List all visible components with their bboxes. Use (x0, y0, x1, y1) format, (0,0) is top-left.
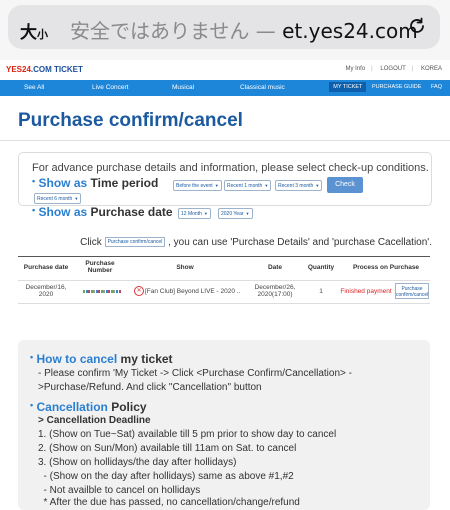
address-bar[interactable]: 大小 安全ではありません — et.yes24.com (8, 5, 440, 49)
table-header-border (18, 280, 430, 281)
time-select-6-month[interactable]: Recent 6 month ▼ (34, 193, 82, 204)
how-to-line-1: - Please confirm 'My Ticket -> Click <Pu… (38, 368, 352, 379)
browser-toolbar: 大小 安全ではありません — et.yes24.com (0, 0, 450, 60)
purchase-date-row-label: • Show as Purchase date (32, 205, 173, 219)
cell-quantity: 1 (319, 288, 323, 295)
table-bottom-border (18, 303, 430, 304)
page-title: Purchase confirm/cancel (18, 110, 243, 131)
cancellation-policy-heading: • Cancellation Policy (30, 400, 147, 414)
nav-right: MY TICKET PURCHASE GUIDE FAQ (329, 82, 446, 94)
th-purchase-number: Purchase Number (85, 260, 115, 274)
purchase-confirm-inline-button: Purchase confirm/cancel (104, 237, 166, 248)
cell-status: Finished payment (340, 288, 392, 295)
bullet-icon: • (30, 352, 34, 362)
year-select[interactable]: 2020 Year ▼ (218, 208, 253, 219)
table-top-border (18, 256, 430, 257)
cancellation-deadline-heading: > Cancellation Deadline (38, 415, 151, 426)
nav-purchase-guide[interactable]: PURCHASE GUIDE (368, 82, 426, 92)
th-process: Process on Purchase (352, 264, 420, 271)
th-date: Date (267, 264, 283, 271)
purchase-confirm-cancel-button[interactable]: Purchase confirm/cancel (395, 283, 429, 299)
text-size-button[interactable]: 大小 (20, 18, 48, 43)
reload-icon[interactable] (406, 15, 428, 37)
th-purchase-date: Purchase date (23, 264, 69, 271)
how-to-cancel-heading: • How to cancel my ticket (30, 352, 173, 366)
insecure-warning: 安全ではありません — (70, 19, 283, 43)
main-nav: See All Live Concert Musical Classical m… (0, 80, 450, 96)
policy-line-4: - (Show on the day after hollidays) same… (38, 471, 294, 482)
site-logo[interactable]: YES24.COM TICKET (6, 65, 83, 74)
site-header: YES24.COM TICKET My Info | LOGOUT | KOREA (0, 62, 450, 80)
nav-live-concert[interactable]: Live Concert (92, 84, 129, 91)
policy-line-3: 3. (Show on hollidays/the day after holl… (38, 457, 237, 468)
top-links: My Info | LOGOUT | KOREA (345, 66, 442, 72)
nav-see-all[interactable]: See All (24, 84, 44, 91)
filter-intro: For advance purchase details and informa… (32, 162, 429, 174)
divider (0, 140, 450, 141)
bullet-icon: • (32, 205, 36, 215)
bullet-icon: • (32, 176, 36, 186)
logout-link[interactable]: LOGOUT (380, 66, 405, 72)
click-instruction: Click Purchase confirm/cancel , you can … (80, 237, 432, 248)
my-info-link[interactable]: My Info (345, 66, 365, 72)
nav-my-ticket[interactable]: MY TICKET (329, 82, 367, 92)
nav-faq[interactable]: FAQ (427, 82, 446, 92)
cell-date: December/26, 2020(17:00) (254, 284, 296, 298)
how-to-line-2: >Purchase/Refund. And click "Cancellatio… (38, 382, 262, 393)
nav-classical-music[interactable]: Classical music (240, 84, 285, 91)
url-field[interactable]: 安全ではありません — et.yes24.com (70, 15, 418, 44)
url-host: et.yes24.com (282, 19, 418, 43)
korea-link[interactable]: KOREA (421, 66, 442, 72)
cell-purchase-date: December/16, 2020 (25, 284, 67, 298)
time-period-row-label: • Show as Time period (32, 176, 159, 190)
month-select[interactable]: 12 Month ▼ (178, 208, 211, 219)
policy-line-5: - Not availble to cancel on hollidays (38, 485, 201, 496)
cell-show[interactable]: [Fan Club] Beyond LIVE - 2020 .. (145, 288, 245, 295)
check-button[interactable]: Check (327, 177, 363, 193)
time-select-before-event[interactable]: Before the event ▼ (173, 180, 222, 191)
nav-musical[interactable]: Musical (172, 84, 194, 91)
th-quantity: Quantity (307, 264, 335, 271)
cancel-x-icon[interactable]: ✕ (134, 286, 144, 296)
policy-line-1: 1. (Show on Tue~Sat) available till 5 pm… (38, 429, 337, 440)
purchase-number-redacted (82, 289, 122, 294)
time-select-3-month[interactable]: Recent 3 month ▼ (275, 180, 323, 191)
policy-line-2: 2. (Show on Sun/Mon) available till 11am… (38, 443, 297, 454)
time-select-1-month[interactable]: Recent 1 month ▼ (224, 180, 272, 191)
th-show: Show (176, 264, 194, 271)
bullet-icon: • (30, 400, 34, 410)
